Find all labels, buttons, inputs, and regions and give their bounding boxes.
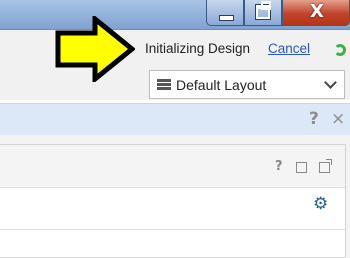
- gear-icon[interactable]: ⚙: [313, 194, 328, 214]
- panel-header: ?: [0, 145, 345, 188]
- close-icon: X: [310, 1, 324, 22]
- info-band: ? ×: [0, 103, 350, 136]
- minimize-icon: [219, 15, 234, 21]
- tool-panel: ? ⚙: [0, 144, 346, 258]
- main-toolbar: Initializing Design Cancel Default Layou…: [0, 30, 350, 100]
- minimize-button[interactable]: [206, 0, 244, 26]
- window-title-bar: X: [0, 0, 350, 30]
- divider: [0, 229, 345, 230]
- chevron-down-icon: [324, 76, 337, 89]
- layout-icon: [157, 79, 171, 90]
- help-icon[interactable]: ?: [275, 159, 283, 174]
- help-icon[interactable]: ?: [309, 109, 319, 129]
- layout-dropdown[interactable]: Default Layout: [149, 70, 345, 99]
- restore-icon: [255, 1, 271, 20]
- maximize-button[interactable]: [244, 0, 282, 26]
- close-window-button[interactable]: X: [282, 0, 350, 26]
- status-text: Initializing Design: [145, 41, 251, 56]
- maximize-panel-icon[interactable]: [296, 162, 307, 173]
- annotation-arrow-icon: [55, 16, 135, 82]
- cancel-link[interactable]: Cancel: [268, 41, 310, 56]
- app-window: X Initializing Design Cancel Default Lay…: [0, 0, 350, 258]
- float-panel-icon[interactable]: [319, 159, 332, 173]
- progress-spinner-icon: [334, 44, 346, 56]
- layout-dropdown-value: Default Layout: [176, 77, 267, 93]
- close-icon[interactable]: ×: [331, 109, 345, 129]
